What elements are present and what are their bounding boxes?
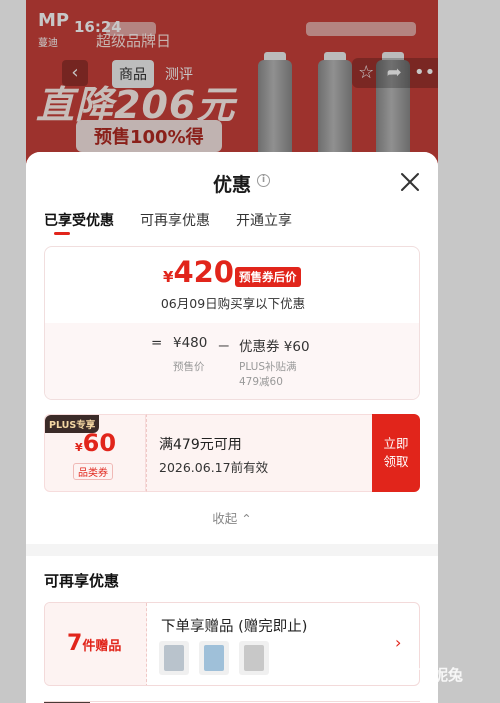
tab-enjoyed-offers[interactable]: 已享受优惠 bbox=[44, 210, 114, 230]
active-tab-indicator bbox=[54, 232, 70, 235]
coupon-validity: 2026.06.17前有效 bbox=[159, 460, 269, 475]
claim-button-line1: 立即 bbox=[383, 436, 409, 451]
currency-symbol: ¥ bbox=[75, 441, 83, 454]
gift-thumbnail bbox=[159, 641, 189, 675]
gift-count-area: 7件赠品 bbox=[45, 603, 147, 685]
chevron-right-icon: › bbox=[395, 633, 402, 652]
offers-sheet: 优惠 i 已享受优惠 可再享优惠 开通立享 ¥420 预售券后价 06月09日购… bbox=[26, 152, 438, 703]
coupon-sub-label: PLUS补贴满 bbox=[239, 361, 297, 373]
final-price-value: 420 bbox=[173, 255, 234, 289]
coupon-value-area: PLUS专享 ¥60 品类券 bbox=[44, 414, 146, 492]
plus-coupon: PLUS专享 ¥60 品类券 满479元可用 2026.06.17前有效 立即 … bbox=[44, 414, 420, 492]
more-offers-section: 可再享优惠 7件赠品 下单享赠品 (赠完即止) › bbox=[26, 556, 438, 703]
collapse-button[interactable]: 收起 ⌃ bbox=[26, 508, 438, 527]
currency-symbol: ¥ bbox=[163, 268, 174, 286]
coupon-category: 品类券 bbox=[73, 463, 113, 480]
tab-activate-offers[interactable]: 开通立享 bbox=[236, 210, 292, 230]
claim-coupon-button[interactable]: 立即 领取 bbox=[372, 414, 420, 492]
presale-price-label: 预售价 bbox=[173, 361, 205, 373]
gift-count-unit: 件赠品 bbox=[82, 639, 122, 654]
equals-sign: = bbox=[151, 335, 163, 351]
coupon-deduction: 优惠券 ¥60 bbox=[239, 339, 310, 355]
sheet-title: 优惠 bbox=[212, 174, 251, 196]
coupon-amount: ¥60 bbox=[75, 429, 116, 457]
gift-thumbnail bbox=[199, 641, 229, 675]
coupon-amount-value: 60 bbox=[82, 429, 117, 457]
final-price: ¥420 bbox=[163, 255, 234, 289]
claim-button-line2: 领取 bbox=[383, 454, 409, 469]
close-icon[interactable] bbox=[396, 168, 424, 196]
price-calculation: = ¥480 － 优惠券 ¥60 bbox=[45, 335, 419, 355]
gift-thumbnails bbox=[159, 641, 269, 675]
gift-thumbnail bbox=[239, 641, 269, 675]
presale-price-tag: 预售券后价 bbox=[235, 267, 301, 287]
presale-price: ¥480 bbox=[173, 335, 208, 351]
gift-offer-card[interactable]: 7件赠品 下单享赠品 (赠完即止) › bbox=[44, 602, 420, 686]
purchase-date-note: 06月09日购买享以下优惠 bbox=[160, 296, 306, 311]
info-icon[interactable]: i bbox=[257, 174, 270, 187]
offer-tabs: 已享受优惠 可再享优惠 开通立享 bbox=[44, 210, 292, 230]
price-summary-card: ¥420 预售券后价 06月09日购买享以下优惠 = ¥480 － 优惠券 ¥6… bbox=[44, 246, 420, 400]
minus-sign: － bbox=[217, 339, 231, 355]
tab-more-offers[interactable]: 可再享优惠 bbox=[140, 210, 210, 230]
sheet-upper: 优惠 i 已享受优惠 可再享优惠 开通立享 ¥420 预售券后价 06月09日购… bbox=[26, 152, 438, 544]
coupon-condition: 满479元可用 bbox=[159, 437, 242, 453]
coupon-details: 满479元可用 2026.06.17前有效 bbox=[146, 414, 372, 492]
gift-count: 7件赠品 bbox=[67, 631, 121, 656]
gift-offer-title: 下单享赠品 (赠完即止) bbox=[161, 619, 308, 635]
more-offers-title: 可再享优惠 bbox=[44, 572, 120, 590]
gift-count-number: 7 bbox=[67, 631, 83, 656]
coupon-threshold: 479减60 bbox=[239, 376, 283, 388]
watermark: 可妮兔 bbox=[418, 666, 464, 684]
